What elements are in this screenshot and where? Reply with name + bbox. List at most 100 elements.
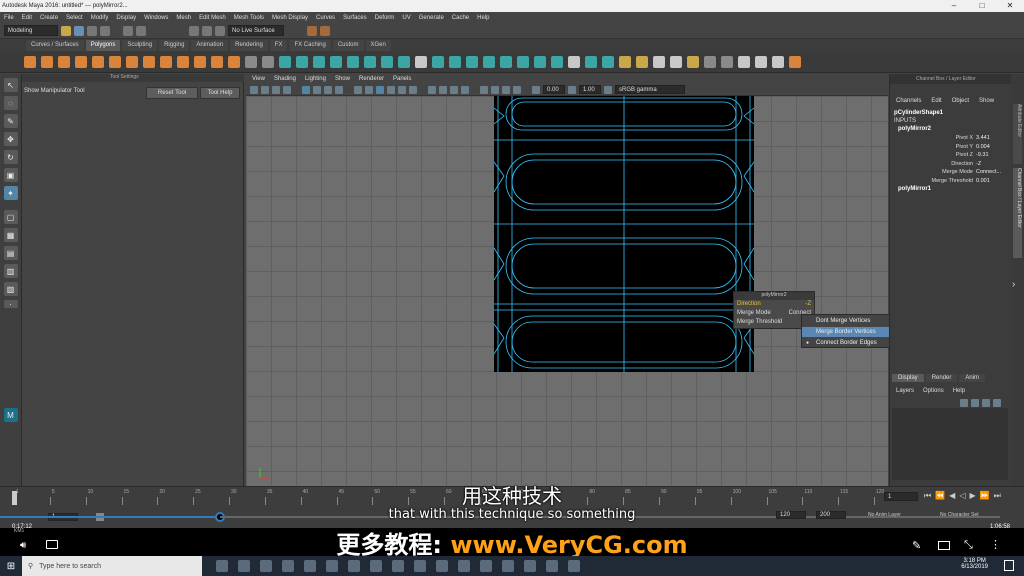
select-tool-icon[interactable]: ↖ xyxy=(3,78,18,92)
channel-attr-value[interactable]: -Z xyxy=(976,160,981,169)
platonic-icon[interactable] xyxy=(143,55,155,68)
ipr-icon[interactable] xyxy=(320,25,330,36)
discord-icon[interactable] xyxy=(304,560,316,572)
crease-icon[interactable] xyxy=(534,55,546,68)
auto-uv-icon[interactable] xyxy=(687,55,699,68)
layer-tab-render[interactable]: Render xyxy=(925,374,958,382)
snap-grid-icon[interactable] xyxy=(189,25,199,36)
motion-blur-icon[interactable] xyxy=(439,85,447,94)
more-layouts-icon[interactable]: · xyxy=(3,300,18,309)
menu-windows[interactable]: Windows xyxy=(144,15,168,21)
manipulator-tool-icon[interactable]: ✦ xyxy=(3,186,18,200)
shelf-tab-fx-caching[interactable]: FX Caching xyxy=(289,39,331,51)
helix-icon[interactable] xyxy=(211,55,223,68)
graph-view-icon[interactable]: ▥ xyxy=(3,264,18,278)
folder-icon[interactable] xyxy=(414,560,426,572)
channel-attr-row[interactable]: Direction -Z xyxy=(890,160,1012,169)
exposure-icon[interactable] xyxy=(532,85,540,94)
channel-attr-value[interactable]: Connect... xyxy=(976,168,1001,177)
single-view-icon[interactable]: ▢ xyxy=(3,210,18,224)
maximize-button[interactable]: □ xyxy=(968,0,996,12)
gamma-icon[interactable] xyxy=(568,85,576,94)
layout-icon[interactable] xyxy=(789,55,801,68)
channel-attr-value[interactable]: 3.441 xyxy=(976,134,990,143)
wireframe-on-shaded-icon[interactable] xyxy=(376,85,384,94)
isolate-select-icon[interactable] xyxy=(480,85,488,94)
layer-menu-layers[interactable]: Layers xyxy=(896,388,914,394)
ambient-occlusion-icon[interactable] xyxy=(428,85,436,94)
rotate-tool-icon[interactable]: ↻ xyxy=(3,150,18,164)
camera-icon[interactable] xyxy=(250,85,258,94)
menu-uv[interactable]: UV xyxy=(402,15,410,21)
shelf-tab-polygons[interactable]: Polygons xyxy=(85,39,121,51)
camera-attr-icon[interactable] xyxy=(261,85,269,94)
shelf-tab-animation[interactable]: Animation xyxy=(191,39,229,51)
gear-icon[interactable] xyxy=(228,55,240,68)
separate-icon[interactable] xyxy=(296,55,308,68)
viewport-menu-panels[interactable]: Panels xyxy=(393,76,411,82)
folder-icon[interactable] xyxy=(61,25,71,36)
node-label-polymirror2[interactable]: polyMirror2 xyxy=(898,126,931,132)
view-transform-dropdown[interactable]: sRGB gamma xyxy=(615,85,685,94)
channel-attr-row[interactable]: Pivot Y 0.004 xyxy=(890,143,1012,152)
file-explorer-icon[interactable] xyxy=(260,560,272,572)
channel-attr-row[interactable]: Merge Threshold 0.001 xyxy=(890,177,1012,186)
tool-help-button[interactable]: Tool Help xyxy=(200,87,240,99)
viewport-menu-lighting[interactable]: Lighting xyxy=(305,76,326,82)
video-player-icon[interactable] xyxy=(546,560,558,572)
shelf-tab-curves-surfaces[interactable]: Curves / Surfaces xyxy=(26,39,84,51)
after-effects-icon[interactable] xyxy=(458,560,470,572)
new-layer-selected-icon[interactable] xyxy=(993,399,1001,407)
shelf-tab-rigging[interactable]: Rigging xyxy=(159,39,190,51)
undo-icon[interactable] xyxy=(87,25,97,36)
soccer-ball-icon[interactable] xyxy=(245,55,257,68)
notifications-icon[interactable] xyxy=(1004,560,1014,571)
circularize-icon[interactable] xyxy=(653,55,665,68)
antialias-icon[interactable] xyxy=(450,85,458,94)
attribute-editor-tab[interactable]: Attribute Editor xyxy=(1013,104,1022,164)
render-icon[interactable] xyxy=(307,25,317,36)
paint-select-icon[interactable]: ✎ xyxy=(3,114,18,128)
collapse-icon[interactable] xyxy=(585,55,597,68)
menu-file[interactable]: File xyxy=(4,15,14,21)
viewport-panel[interactable]: View Shading Lighting Show Renderer Panels 0.… xyxy=(246,74,888,486)
snap-curve-icon[interactable] xyxy=(202,25,212,36)
menu-edit[interactable]: Edit xyxy=(22,15,32,21)
shelf-tab-custom[interactable]: Custom xyxy=(332,39,364,51)
mirror-icon[interactable] xyxy=(381,55,393,68)
multi-cut-icon[interactable] xyxy=(483,55,495,68)
unity-icon[interactable] xyxy=(524,560,536,572)
lighting-icon[interactable] xyxy=(398,85,406,94)
viewport-menu-show[interactable]: Show xyxy=(335,76,350,82)
channel-box-tab[interactable]: Channel Box / Layer Editor xyxy=(1013,168,1022,258)
menu-cache[interactable]: Cache xyxy=(452,15,469,21)
windows-start-icon[interactable]: ⊞ xyxy=(0,561,22,572)
mode-dropdown[interactable]: Modeling xyxy=(4,25,58,36)
shadows-icon[interactable] xyxy=(409,85,417,94)
bridge-icon[interactable] xyxy=(449,55,461,68)
boolean-union-icon[interactable] xyxy=(330,55,342,68)
cylinder-icon[interactable] xyxy=(58,55,70,68)
channel-attr-value[interactable]: -9.31 xyxy=(976,151,989,160)
viewport-menu-shading[interactable]: Shading xyxy=(274,76,296,82)
plane-icon[interactable] xyxy=(109,55,121,68)
channel-attr-value[interactable]: 0.004 xyxy=(976,143,990,152)
lasso-tool-icon[interactable]: ◌ xyxy=(3,96,18,110)
image-plane-icon[interactable] xyxy=(283,85,291,94)
four-view-icon[interactable]: ▦ xyxy=(3,228,18,242)
move-tool-icon[interactable]: ✥ xyxy=(3,132,18,146)
wireframe-icon[interactable] xyxy=(354,85,362,94)
layer-menu-options[interactable]: Options xyxy=(923,388,944,394)
uv-editor-icon[interactable] xyxy=(704,55,716,68)
append-icon[interactable] xyxy=(568,55,580,68)
smooth-icon[interactable] xyxy=(313,55,325,68)
unfold-icon[interactable] xyxy=(772,55,784,68)
uv-set-icon[interactable] xyxy=(721,55,733,68)
svg-icon[interactable] xyxy=(262,55,274,68)
target-weld-icon[interactable] xyxy=(500,55,512,68)
disc-icon[interactable] xyxy=(126,55,138,68)
menu-edit-mesh[interactable]: Edit Mesh xyxy=(199,15,226,21)
channel-menu-channels[interactable]: Channels xyxy=(896,98,921,104)
channel-menu-edit[interactable]: Edit xyxy=(931,98,941,104)
maya-icon[interactable] xyxy=(370,560,382,572)
